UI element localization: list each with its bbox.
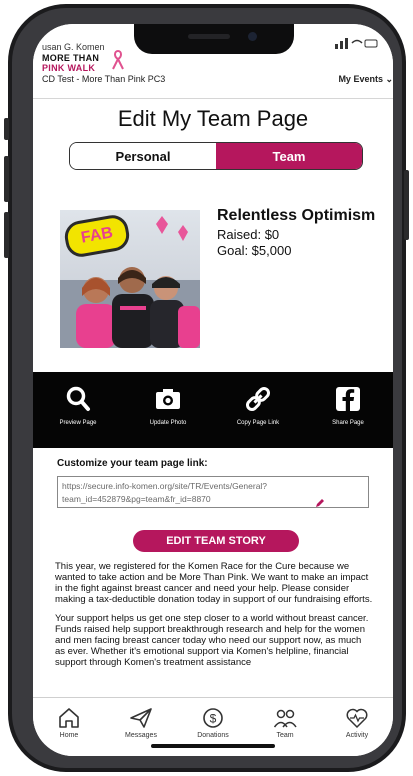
update-photo-button[interactable]: Update Photo (128, 372, 208, 448)
share-page-button[interactable]: Share Page (308, 372, 388, 448)
logo-line-1: MORE THAN (42, 53, 100, 63)
toggle-team[interactable]: Team (216, 143, 362, 169)
team-photo: FAB (60, 210, 200, 348)
tab-home-label: Home (59, 732, 79, 739)
my-events-dropdown[interactable]: My Events ⌄ (338, 74, 393, 85)
tab-activity-label: Activity (345, 732, 369, 739)
team-raised-amount: Raised: $0 (217, 227, 280, 242)
tab-home[interactable]: Home (36, 698, 102, 756)
team-icon (273, 709, 297, 728)
search-icon (66, 386, 90, 411)
dollar-icon: $ (203, 708, 223, 728)
tab-donations-label: Donations (197, 732, 229, 739)
front-camera (248, 32, 257, 41)
team-story-text: This year, we registered for the Komen R… (55, 561, 373, 676)
send-icon (130, 708, 152, 728)
event-name: CD Test - More Than Pink PC3 (42, 74, 166, 84)
pencil-icon[interactable] (315, 498, 325, 508)
side-button-mute (4, 118, 9, 140)
home-icon (59, 708, 79, 728)
pink-ribbon-icon (112, 50, 124, 70)
edit-team-story-button[interactable]: EDIT TEAM STORY (133, 530, 299, 552)
share-page-label: Share Page (332, 420, 364, 426)
side-button-volume-down (4, 212, 9, 258)
home-indicator (151, 744, 275, 748)
preview-page-label: Preview Page (59, 420, 97, 426)
page-actions-bar: Preview Page Update Photo Copy Page Link… (33, 372, 393, 448)
team-goal-amount: Goal: $5,000 (217, 243, 292, 258)
camera-icon (156, 389, 180, 409)
tab-activity[interactable]: Activity (324, 698, 390, 756)
org-name: usan G. Komen (42, 42, 105, 52)
custom-link-label: Customize your team page link: (57, 458, 208, 469)
status-icons (335, 38, 378, 49)
speaker-grill (188, 34, 230, 39)
tab-team-label: Team (276, 732, 294, 739)
phone-notch (134, 24, 294, 54)
story-paragraph-1: This year, we registered for the Komen R… (55, 561, 373, 605)
page-title: Edit My Team Page (117, 106, 309, 131)
side-button-volume-up (4, 156, 9, 202)
app-screen: usan G. Komen MORE THAN PINK WALK CD Tes… (33, 24, 393, 756)
svg-text:$: $ (210, 712, 217, 726)
copy-page-link-label: Copy Page Link (236, 420, 280, 426)
side-button-power (404, 170, 409, 240)
copy-page-link-button[interactable]: Copy Page Link (218, 372, 298, 448)
toggle-personal[interactable]: Personal (70, 143, 216, 169)
story-paragraph-2: Your support helps us get one step close… (55, 613, 369, 668)
team-name: Relentless Optimism (217, 207, 376, 224)
update-photo-label: Update Photo (149, 420, 187, 426)
logo-line-2: PINK WALK (42, 63, 96, 73)
preview-page-button[interactable]: Preview Page (38, 372, 118, 448)
facebook-icon (336, 387, 360, 411)
heartbeat-icon (346, 708, 368, 729)
tab-messages-label: Messages (125, 732, 157, 739)
link-icon (245, 386, 271, 412)
page-type-toggle: Personal Team (69, 142, 363, 170)
